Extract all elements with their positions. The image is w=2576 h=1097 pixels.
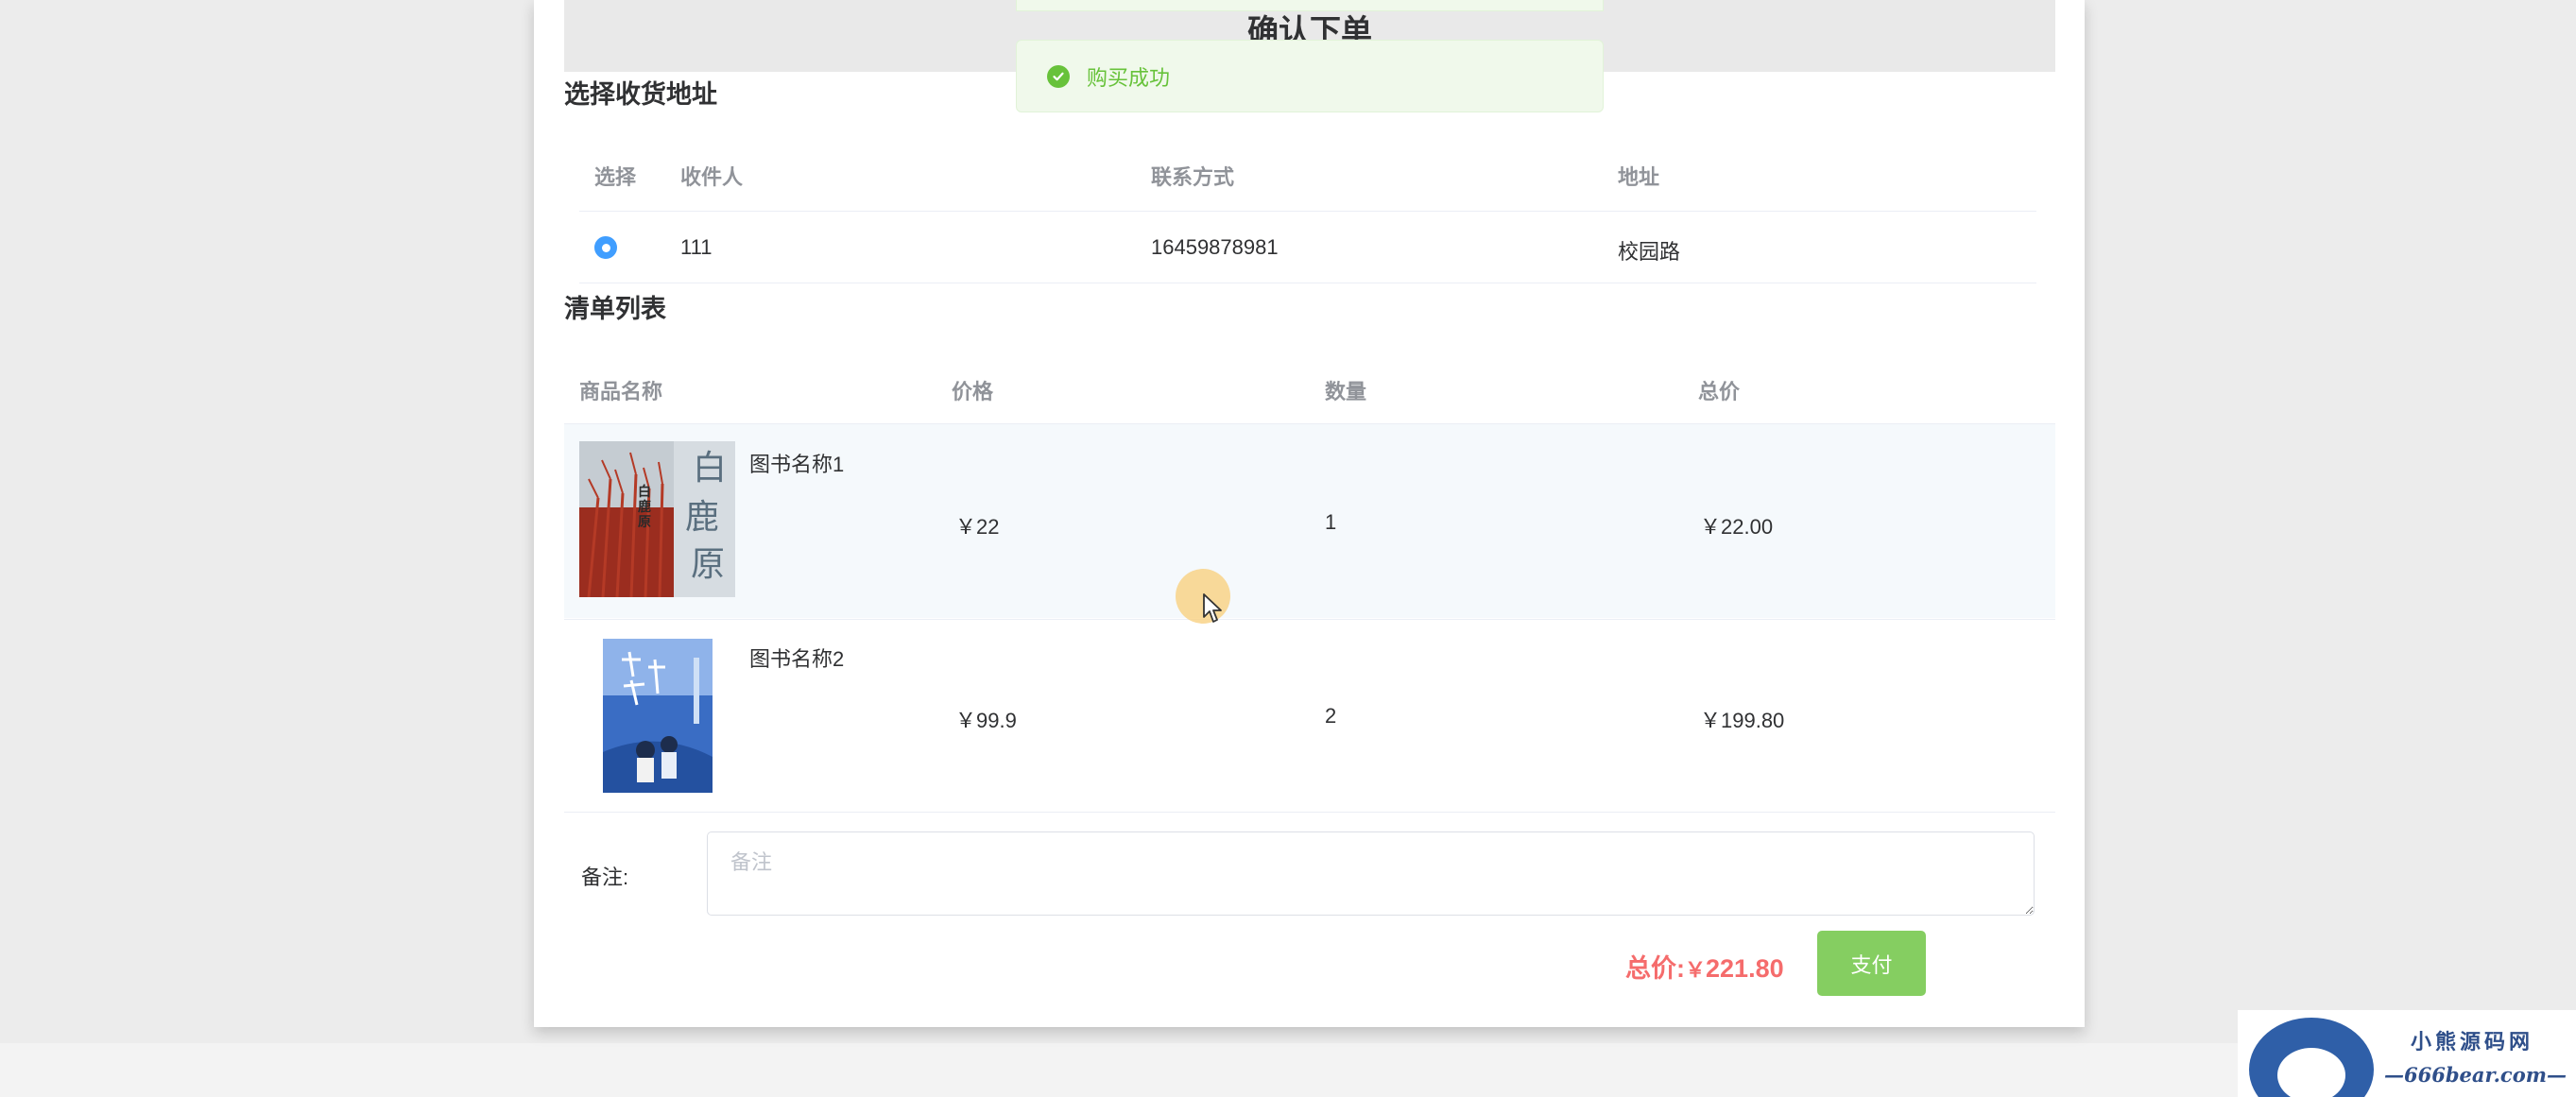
address-radio-selected[interactable] (594, 236, 617, 259)
order-section-title: 清单列表 (564, 295, 666, 323)
total-price: 总价:￥221.80 (1625, 948, 1784, 985)
total-value: 221.80 (1706, 954, 1784, 983)
svg-text:原: 原 (691, 545, 725, 584)
item-price: ￥99.9 (955, 709, 1017, 732)
address-section-title: 选择收货地址 (564, 80, 717, 109)
page-bottom-band (0, 1043, 2576, 1097)
mouse-cursor-icon (1203, 593, 1222, 623)
order-header-name: 商品名称 (579, 380, 663, 403)
book-cover-image: 白 鹿 原 白 鹿 原 (579, 441, 735, 597)
check-circle-icon (1047, 64, 1070, 88)
order-header-quantity: 数量 (1325, 380, 1367, 403)
address-header-select: 选择 (594, 165, 637, 189)
watermark-text-cn: 小熊源码网 (2411, 1030, 2534, 1054)
toast-message: 购买成功 (1087, 65, 1171, 90)
item-quantity: 1 (1325, 510, 1337, 534)
address-header-recipient: 收件人 (680, 165, 744, 189)
order-row-divider (564, 619, 2055, 620)
address-detail: 校园路 (1618, 240, 1681, 264)
order-header-price: 价格 (952, 380, 994, 403)
watermark-text-en: —666bear.com— (2384, 1063, 2567, 1087)
total-label-text: 总价: (1625, 954, 1685, 983)
previous-toast-edge (1016, 0, 1604, 11)
remark-label: 备注: (581, 866, 629, 889)
item-subtotal: ￥199.80 (1700, 709, 1785, 732)
radio-dot (601, 243, 610, 252)
address-header-divider (579, 211, 2036, 212)
order-header-subtotal: 总价 (1698, 380, 1741, 403)
address-header-contact: 联系方式 (1151, 165, 1235, 189)
remark-textarea[interactable] (707, 831, 2035, 916)
svg-text:鹿: 鹿 (685, 498, 719, 537)
success-toast: 购买成功 (1016, 40, 1604, 112)
address-header-address: 地址 (1618, 165, 1660, 189)
item-price: ￥22 (955, 515, 1000, 539)
pay-button[interactable]: 支付 (1817, 931, 1926, 996)
bear-logo-icon (2249, 1018, 2374, 1097)
svg-text:白: 白 (638, 484, 651, 500)
total-currency: ￥ (1685, 958, 1707, 982)
item-quantity: 2 (1325, 704, 1337, 728)
item-name: 图书名称2 (749, 647, 845, 671)
item-subtotal: ￥22.00 (1700, 515, 1774, 539)
bear-face (2277, 1048, 2345, 1097)
order-row-divider (564, 812, 2055, 813)
item-name: 图书名称1 (749, 453, 845, 476)
svg-text:鹿: 鹿 (637, 499, 651, 515)
book-cover-image (603, 639, 713, 793)
watermark-logo: 小熊源码网 —666bear.com— (2238, 1010, 2576, 1097)
cover-title-art: 白 (693, 449, 727, 488)
address-recipient: 111 (680, 235, 713, 259)
svg-text:原: 原 (638, 515, 651, 530)
address-contact: 16459878981 (1151, 235, 1279, 259)
